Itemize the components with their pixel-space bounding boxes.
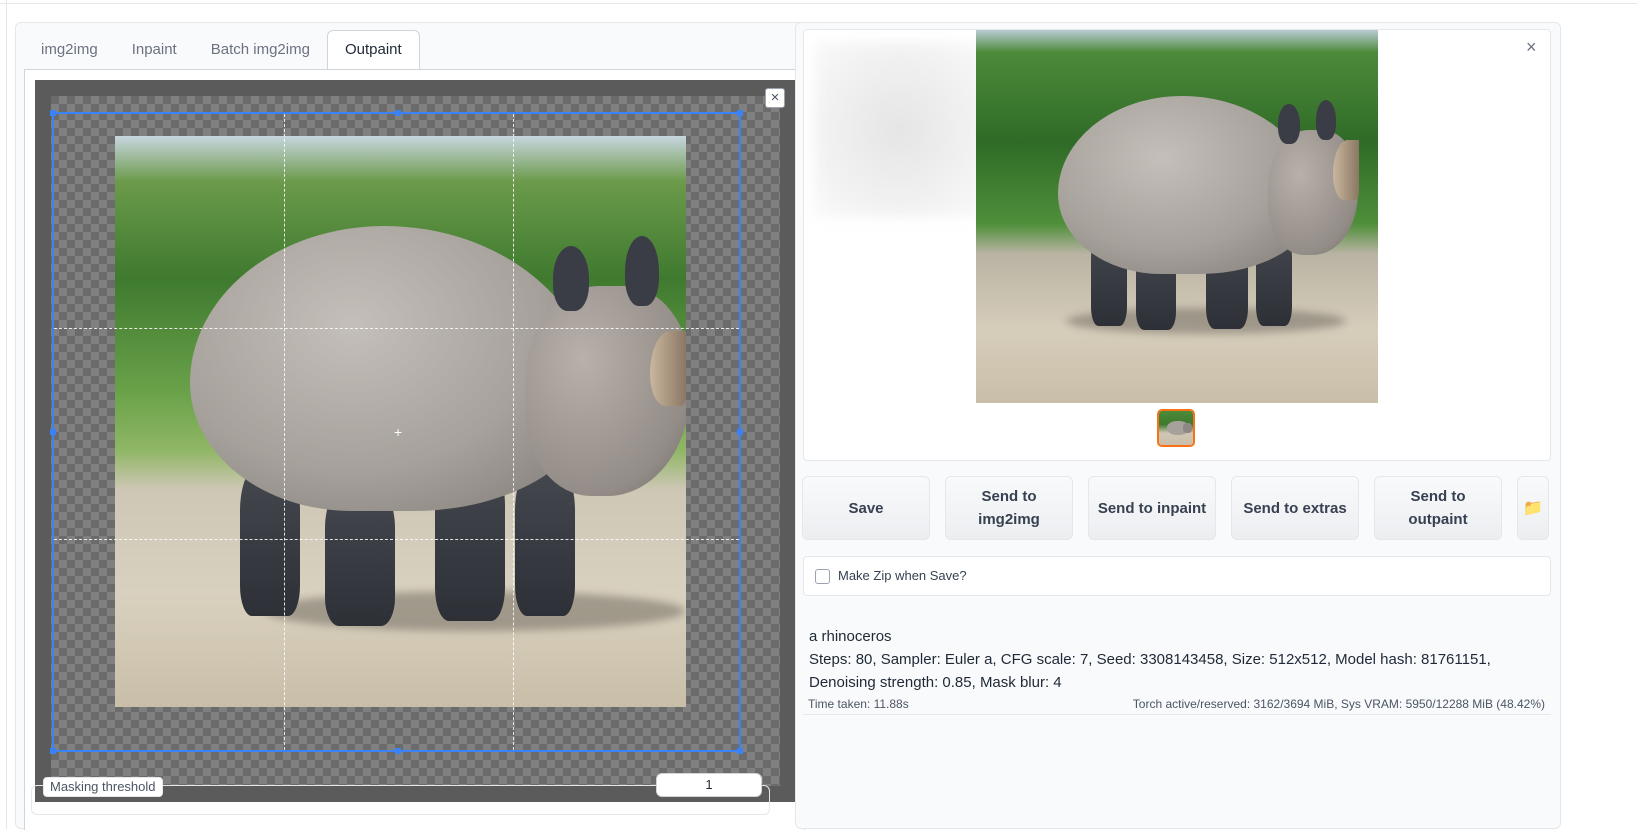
top-divider	[0, 3, 1637, 4]
output-gallery: ×	[803, 29, 1551, 461]
tab-outpaint[interactable]: Outpaint	[326, 30, 420, 70]
selection-handle[interactable]	[50, 748, 56, 754]
folder-icon: 📁	[1523, 500, 1543, 517]
selection-handle[interactable]	[737, 429, 743, 435]
send-to-outpaint-button[interactable]: Send to outpaint	[1374, 476, 1502, 540]
left-divider	[6, 0, 7, 829]
close-icon[interactable]: ×	[765, 88, 785, 108]
mode-tabs: img2img Inpaint Batch img2img Outpaint	[24, 30, 420, 71]
center-crosshair-icon: +	[394, 424, 403, 440]
output-actions: Save Send to img2img Send to inpaint Sen…	[802, 476, 1549, 540]
masking-threshold-row: Masking threshold 1	[31, 773, 770, 815]
close-icon[interactable]: ×	[1526, 38, 1537, 56]
vram-usage: Torch active/reserved: 3162/3694 MiB, Sy…	[1132, 697, 1545, 711]
outpaint-canvas[interactable]: + ×	[35, 80, 796, 802]
send-to-inpaint-button[interactable]: Send to inpaint	[1088, 476, 1216, 540]
selection-handle[interactable]	[50, 429, 56, 435]
blurred-preview	[814, 42, 984, 217]
input-panel: img2img Inpaint Batch img2img Outpaint +…	[15, 22, 812, 830]
outpaint-selection-box[interactable]: +	[50, 110, 743, 754]
selection-handle[interactable]	[395, 748, 401, 754]
make-zip-checkbox[interactable]	[815, 569, 830, 584]
prompt-text: a rhinoceros	[809, 628, 892, 645]
save-button[interactable]: Save	[802, 476, 930, 540]
generation-params: Steps: 80, Sampler: Euler a, CFG scale: …	[809, 651, 1491, 691]
masking-threshold-label: Masking threshold	[43, 777, 163, 797]
send-to-img2img-button[interactable]: Send to img2img	[945, 476, 1073, 540]
send-to-extras-button[interactable]: Send to extras	[1231, 476, 1359, 540]
open-folder-button[interactable]: 📁	[1517, 476, 1549, 540]
output-panel: × Save Send to img2img Send to inpaint S…	[795, 22, 1561, 829]
selection-handle[interactable]	[737, 748, 743, 754]
make-zip-row: Make Zip when Save?	[803, 556, 1551, 596]
masking-threshold-input[interactable]: 1	[656, 773, 762, 797]
gallery-thumbnail[interactable]	[1157, 409, 1195, 447]
selection-handle[interactable]	[50, 110, 56, 116]
performance-row: Time taken: 11.88s Torch active/reserved…	[803, 695, 1551, 715]
tab-inpaint[interactable]: Inpaint	[115, 31, 194, 69]
outpaint-tab-body: + ×	[24, 69, 805, 830]
selection-handle[interactable]	[737, 110, 743, 116]
time-taken: Time taken: 11.88s	[808, 697, 909, 711]
output-image[interactable]	[976, 30, 1378, 403]
make-zip-label: Make Zip when Save?	[838, 568, 967, 583]
tab-img2img[interactable]: img2img	[24, 31, 115, 69]
generation-info: a rhinoceros Steps: 80, Sampler: Euler a…	[809, 625, 1549, 694]
tab-batch-img2img[interactable]: Batch img2img	[194, 31, 327, 69]
selection-handle[interactable]	[395, 110, 401, 116]
